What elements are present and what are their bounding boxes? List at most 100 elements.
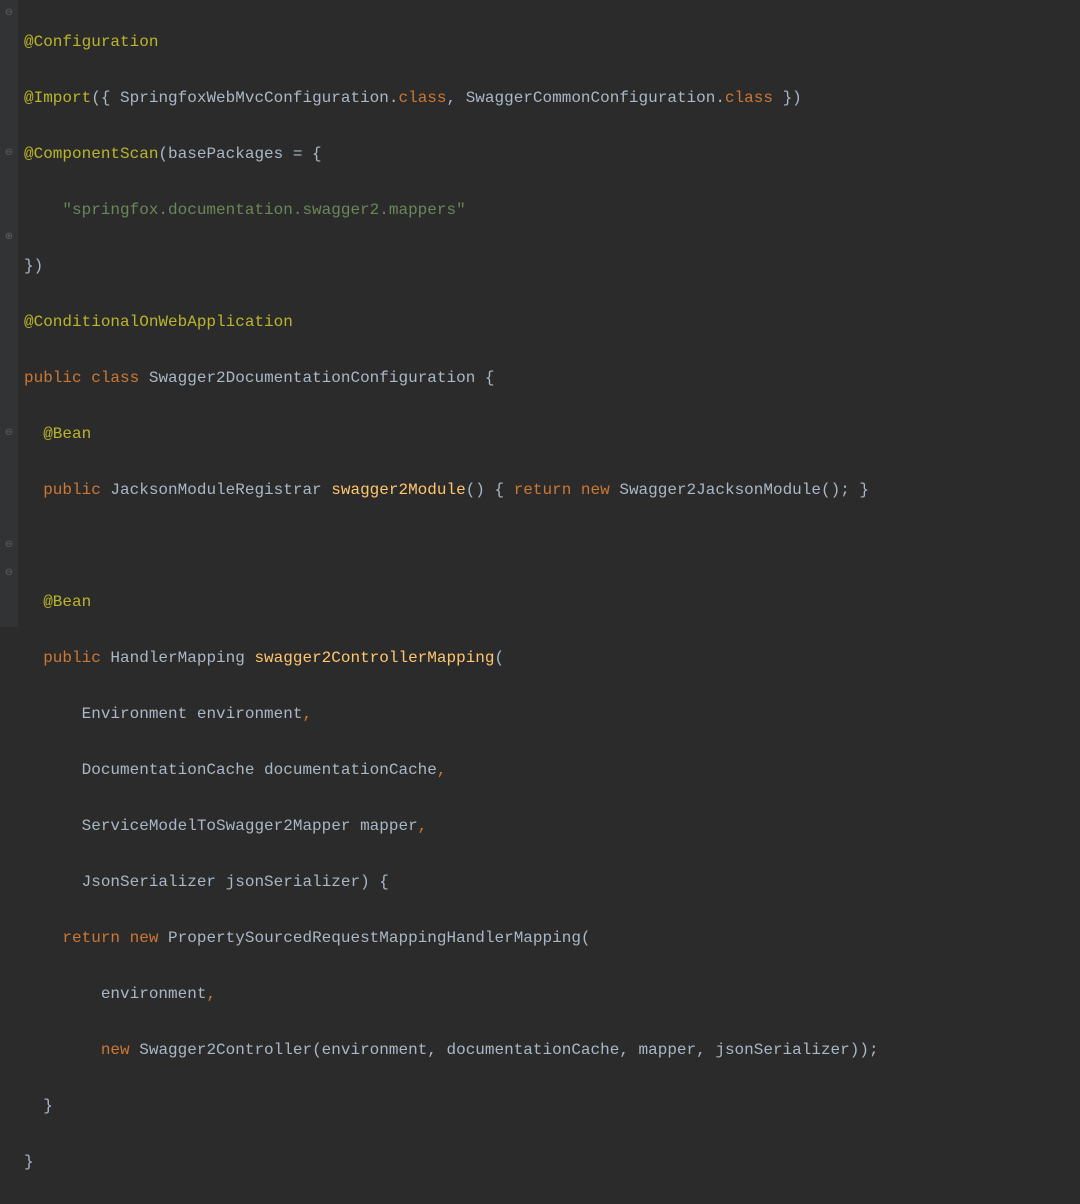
indent: [24, 1097, 43, 1115]
indent: [24, 1041, 101, 1059]
punctuation: ,: [302, 705, 312, 723]
indent: [24, 761, 82, 779]
gutter-blank: [0, 364, 18, 392]
space: [82, 369, 92, 387]
code-line: }: [24, 1092, 1074, 1120]
editor-gutter: ⊖ ⊖ ⊕ ⊖ ⊖ ⊖: [0, 0, 18, 627]
code-line: }): [24, 252, 1074, 280]
space: [130, 1041, 140, 1059]
punctuation: (: [495, 649, 505, 667]
method-name: swagger2ControllerMapping: [254, 649, 494, 667]
code-line: environment,: [24, 980, 1074, 1008]
type: DocumentationCache: [82, 761, 255, 779]
punctuation: }): [24, 257, 43, 275]
indent: [24, 873, 82, 891]
code-line: ServiceModelToSwagger2Mapper mapper,: [24, 812, 1074, 840]
keyword: new: [130, 929, 159, 947]
code-line: public JacksonModuleRegistrar swagger2Mo…: [24, 476, 1074, 504]
identifier: SwaggerCommonConfiguration: [466, 89, 716, 107]
indent: [24, 481, 43, 499]
fold-icon[interactable]: ⊕: [0, 224, 18, 252]
punctuation: {: [485, 481, 514, 499]
punctuation: (); }: [821, 481, 869, 499]
code-line: Environment environment,: [24, 700, 1074, 728]
punctuation: ({: [91, 89, 120, 107]
gutter-blank: [0, 84, 18, 112]
punctuation: (: [312, 1041, 322, 1059]
punctuation: {: [475, 369, 494, 387]
code-line: @ConditionalOnWebApplication: [24, 308, 1074, 336]
string-literal: "springfox.documentation.swagger2.mapper…: [62, 201, 465, 219]
space: [101, 649, 111, 667]
space: [120, 929, 130, 947]
keyword: class: [725, 89, 773, 107]
code-line: [24, 532, 1074, 560]
code-line: @Bean: [24, 420, 1074, 448]
annotation: @Bean: [43, 593, 91, 611]
annotation: @ConditionalOnWebApplication: [24, 313, 293, 331]
gutter-blank: [0, 56, 18, 84]
gutter-blank: [0, 504, 18, 532]
punctuation: ,: [418, 817, 428, 835]
annotation: @Import: [24, 89, 91, 107]
arguments: environment, documentationCache, mapper,…: [322, 1041, 850, 1059]
keyword: public: [43, 481, 101, 499]
punctuation: (: [581, 929, 591, 947]
type: ServiceModelToSwagger2Mapper: [82, 817, 351, 835]
space: [254, 761, 264, 779]
identifier: SpringfoxWebMvcConfiguration: [120, 89, 389, 107]
type: Environment: [82, 705, 188, 723]
punctuation: }: [43, 1097, 53, 1115]
gutter-blank: [0, 196, 18, 224]
indent: [24, 649, 43, 667]
fold-icon[interactable]: ⊖: [0, 560, 18, 588]
class-name: Swagger2DocumentationConfiguration: [149, 369, 475, 387]
punctuation: (): [466, 481, 485, 499]
constructor: PropertySourcedRequestMappingHandlerMapp…: [168, 929, 581, 947]
space: [158, 929, 168, 947]
space: [101, 481, 111, 499]
indent: [24, 201, 62, 219]
indent: [24, 593, 43, 611]
gutter-blank: [0, 448, 18, 476]
punctuation: }: [24, 1153, 34, 1171]
punctuation: (: [158, 145, 168, 163]
code-line: return new PropertySourcedRequestMapping…: [24, 924, 1074, 952]
space: [245, 649, 255, 667]
code-line: new Swagger2Controller(environment, docu…: [24, 1036, 1074, 1064]
code-editor[interactable]: @Configuration @Import({ SpringfoxWebMvc…: [18, 0, 1080, 627]
gutter-blank: [0, 308, 18, 336]
punctuation: .: [715, 89, 725, 107]
fold-icon[interactable]: ⊖: [0, 140, 18, 168]
constructor: Swagger2Controller: [139, 1041, 312, 1059]
keyword: public: [24, 369, 82, 387]
code-line: "springfox.documentation.swagger2.mapper…: [24, 196, 1074, 224]
code-line: }: [24, 1148, 1074, 1176]
gutter-blank: [0, 392, 18, 420]
gutter-blank: [0, 28, 18, 56]
type: JsonSerializer: [82, 873, 216, 891]
keyword: class: [91, 369, 139, 387]
annotation: @Configuration: [24, 33, 158, 51]
gutter-blank: [0, 336, 18, 364]
space: [322, 481, 332, 499]
indent: [24, 425, 43, 443]
parameter: environment: [197, 705, 303, 723]
code-line: @Import({ SpringfoxWebMvcConfiguration.c…: [24, 84, 1074, 112]
gutter-blank: [0, 280, 18, 308]
keyword: return: [62, 929, 120, 947]
fold-icon[interactable]: ⊖: [0, 420, 18, 448]
constructor: Swagger2JacksonModule: [619, 481, 821, 499]
gutter-blank: [0, 112, 18, 140]
punctuation: ,: [206, 985, 216, 1003]
code-line: public HandlerMapping swagger2Controller…: [24, 644, 1074, 672]
punctuation: = {: [283, 145, 321, 163]
identifier: basePackages: [168, 145, 283, 163]
fold-icon[interactable]: ⊖: [0, 0, 18, 28]
gutter-blank: [0, 168, 18, 196]
parameter: documentationCache: [264, 761, 437, 779]
space: [216, 873, 226, 891]
fold-icon[interactable]: ⊖: [0, 532, 18, 560]
method-name: swagger2Module: [331, 481, 465, 499]
indent: [24, 817, 82, 835]
